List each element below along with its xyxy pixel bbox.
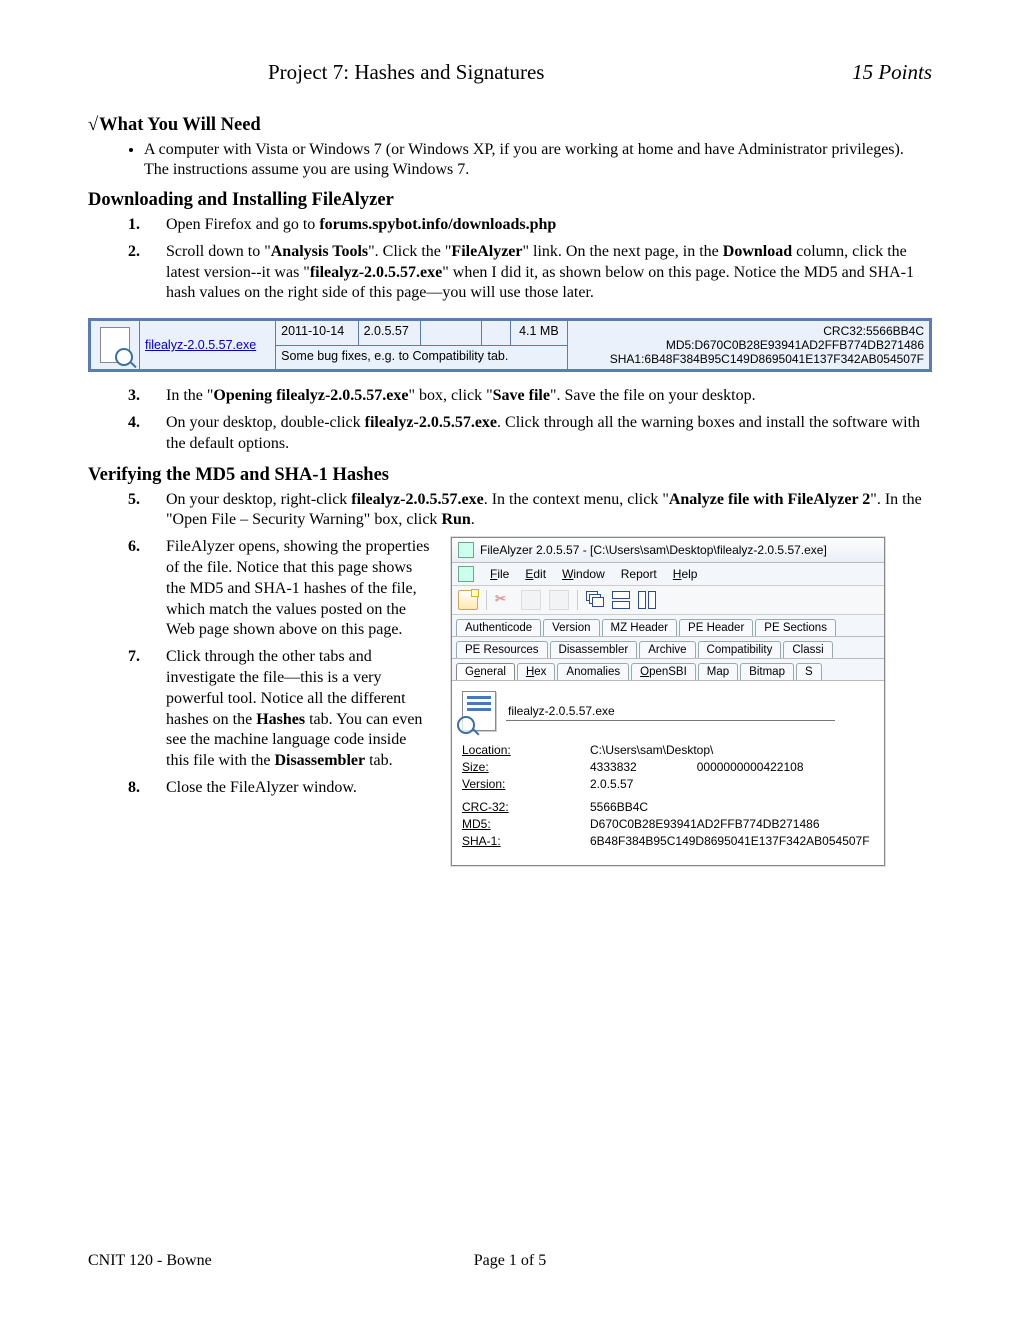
copy-icon[interactable]	[521, 590, 541, 610]
heading-verify: Verifying the MD5 and SHA-1 Hashes	[88, 465, 932, 486]
download-empty2	[482, 321, 511, 346]
download-empty1	[421, 321, 482, 346]
tab-mz-header[interactable]: MZ Header	[602, 619, 678, 636]
paste-icon[interactable]	[549, 590, 569, 610]
heading-download-install: Downloading and Installing FileAlyzer	[88, 190, 932, 211]
download-steps: Open Firefox and go to forums.spybot.inf…	[88, 215, 932, 304]
tile-vertical-icon[interactable]	[638, 591, 656, 609]
filealyzer-body: filealyz-2.0.5.57.exe Location:C:\Users\…	[452, 681, 884, 865]
magnifier-icon	[457, 716, 475, 734]
tab-compatibility[interactable]: Compatibility	[698, 641, 782, 658]
step-5: On your desktop, right-click filealyz-2.…	[144, 490, 932, 532]
toolbar-sep-2	[577, 590, 578, 610]
tabs-row-3: General Hex Anomalies OpenSBI Map Bitmap…	[452, 659, 884, 681]
kv-version: Version:2.0.5.57	[462, 777, 874, 791]
step-6: FileAlyzer opens, showing the properties…	[144, 537, 433, 641]
left-column: FileAlyzer opens, showing the properties…	[88, 537, 433, 805]
new-file-icon[interactable]	[458, 590, 478, 610]
page-header: Project 7: Hashes and Signatures 15 Poin…	[88, 60, 932, 85]
tabs-row-2: PE Resources Disassembler Archive Compat…	[452, 637, 884, 659]
menu-help[interactable]: Help	[673, 567, 698, 581]
page-points: 15 Points	[852, 60, 932, 85]
filename-field: filealyz-2.0.5.57.exe	[506, 702, 835, 721]
verify-steps-top: On your desktop, right-click filealyz-2.…	[88, 490, 932, 532]
step-7: Click through the other tabs and investi…	[144, 647, 433, 772]
tab-s[interactable]: S	[796, 663, 822, 680]
step-1: Open Firefox and go to forums.spybot.inf…	[144, 215, 932, 236]
step-8: Close the FileAlyzer window.	[144, 778, 433, 799]
right-column: FileAlyzer 2.0.5.57 - [C:\Users\sam\Desk…	[451, 537, 932, 866]
step-4: On your desktop, double-click filealyz-2…	[144, 413, 932, 455]
tab-opensbi[interactable]: OpenSBI	[631, 663, 696, 680]
cascade-windows-icon[interactable]	[586, 591, 604, 609]
menu-edit[interactable]: Edit	[525, 567, 546, 581]
heading-what-you-need: What You Will Need	[88, 115, 932, 136]
download-size: 4.1 MB	[511, 321, 567, 346]
tabs-row-1: Authenticode Version MZ Header PE Header…	[452, 615, 884, 637]
kv-sha1: SHA-1:6B48F384B95C149D8695041E137F342AB0…	[462, 834, 874, 848]
file-row: filealyz-2.0.5.57.exe	[462, 691, 874, 731]
kv-crc32: CRC-32:5566BB4C	[462, 800, 874, 814]
tab-pe-sections[interactable]: PE Sections	[755, 619, 836, 636]
need-list: A computer with Vista or Windows 7 (or W…	[88, 140, 932, 180]
tab-version[interactable]: Version	[543, 619, 599, 636]
menu-file[interactable]: File	[490, 567, 509, 581]
download-table: filealyz-2.0.5.57.exe 2011-10-14 2.0.5.5…	[88, 318, 932, 372]
magnifier-icon	[115, 348, 133, 366]
tab-hex[interactable]: Hex	[517, 663, 555, 680]
tab-general[interactable]: General	[456, 663, 515, 680]
download-desc: Some bug fixes, e.g. to Compatibility ta…	[276, 345, 567, 370]
tab-pe-resources[interactable]: PE Resources	[456, 641, 548, 658]
kv-size: Size:43338320000000000422108	[462, 760, 874, 774]
tab-authenticode[interactable]: Authenticode	[456, 619, 541, 636]
big-file-icon	[462, 691, 496, 731]
window-title: FileAlyzer 2.0.5.57 - [C:\Users\sam\Desk…	[480, 543, 827, 557]
tab-classi[interactable]: Classi	[783, 641, 832, 658]
download-hashes: CRC32:5566BB4C MD5:D670C0B28E93941AD2FFB…	[567, 321, 929, 370]
file-icon-cell	[91, 321, 140, 370]
kv-location: Location:C:\Users\sam\Desktop\	[462, 743, 874, 757]
download-sha1: SHA1:6B48F384B95C149D8695041E137F342AB05…	[573, 352, 924, 366]
download-crc: CRC32:5566BB4C	[573, 324, 924, 338]
download-link[interactable]: filealyz-2.0.5.57.exe	[145, 338, 256, 352]
tab-map[interactable]: Map	[698, 663, 738, 680]
tile-horizontal-icon[interactable]	[612, 591, 630, 609]
page-footer: CNIT 120 - Bowne Page 1 of 5	[88, 1252, 932, 1270]
footer-page: Page 1 of 5	[474, 1252, 546, 1270]
step-2: Scroll down to "Analysis Tools". Click t…	[144, 242, 932, 304]
page-title: Project 7: Hashes and Signatures	[268, 60, 544, 85]
toolbar-sep	[486, 590, 487, 610]
tab-anomalies[interactable]: Anomalies	[557, 663, 629, 680]
menu-window[interactable]: Window	[562, 567, 605, 581]
download-steps-2: In the "Opening filealyz-2.0.5.57.exe" b…	[88, 386, 932, 454]
download-version: 2.0.5.57	[358, 321, 421, 346]
download-date: 2011-10-14	[276, 321, 358, 346]
toolbar	[452, 586, 884, 615]
menu-report[interactable]: Report	[621, 567, 657, 581]
cut-icon[interactable]	[495, 591, 513, 609]
app-icon	[458, 542, 474, 558]
tab-disassembler[interactable]: Disassembler	[550, 641, 638, 658]
download-link-cell: filealyz-2.0.5.57.exe	[140, 321, 276, 370]
tab-pe-header[interactable]: PE Header	[679, 619, 753, 636]
tab-bitmap[interactable]: Bitmap	[740, 663, 794, 680]
kv-md5: MD5:D670C0B28E93941AD2FFB774DB271486	[462, 817, 874, 831]
filealyzer-titlebar: FileAlyzer 2.0.5.57 - [C:\Users\sam\Desk…	[452, 538, 884, 563]
file-icon	[100, 327, 130, 363]
child-window-icon	[458, 566, 474, 582]
document-page: Project 7: Hashes and Signatures 15 Poin…	[0, 0, 1020, 1320]
need-item: A computer with Vista or Windows 7 (or W…	[144, 140, 932, 180]
tab-archive[interactable]: Archive	[639, 641, 695, 658]
menubar: File Edit Window Report Help	[452, 563, 884, 586]
step-3: In the "Opening filealyz-2.0.5.57.exe" b…	[144, 386, 932, 407]
footer-left: CNIT 120 - Bowne	[88, 1252, 212, 1270]
verify-steps-narrow: FileAlyzer opens, showing the properties…	[88, 537, 433, 799]
download-md5: MD5:D670C0B28E93941AD2FFB774DB271486	[573, 338, 924, 352]
two-column-wrap: FileAlyzer opens, showing the properties…	[88, 537, 932, 866]
filealyzer-window: FileAlyzer 2.0.5.57 - [C:\Users\sam\Desk…	[451, 537, 885, 866]
